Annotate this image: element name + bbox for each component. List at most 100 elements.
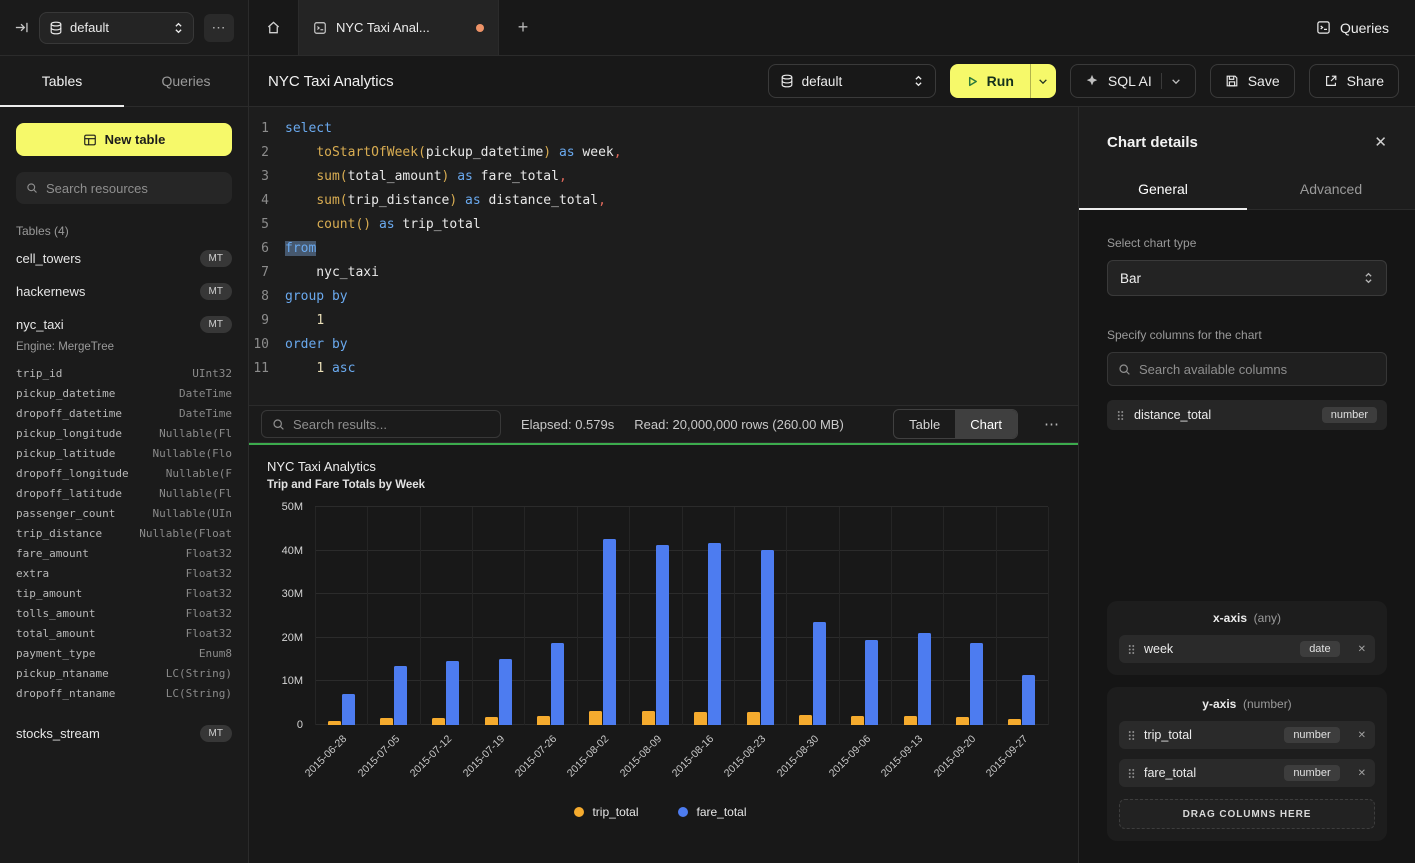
remove-column-button[interactable]: ✕ [1358,644,1366,655]
axis-column-item[interactable]: trip_totalnumber✕ [1119,721,1375,749]
chart-type-select[interactable]: Bar [1107,260,1387,296]
type-badge: number [1322,407,1377,423]
column-name: payment_type [16,647,95,660]
close-panel-button[interactable]: ✕ [1374,133,1387,151]
bar-trip_total [904,716,917,725]
chart-details-panel: Chart details ✕ General Advanced Select … [1078,107,1415,863]
code-line: 6from [249,237,1078,261]
drag-handle-icon[interactable] [1128,768,1135,779]
play-icon [966,75,979,88]
main-area: NYC Taxi Anal... + Queries NYC Taxi Anal… [249,0,1415,863]
query-header: NYC Taxi Analytics default Run SQL AI [249,56,1415,107]
y-tick-label: 0 [297,719,303,731]
x-tick-label: 2015-09-20 [932,733,978,779]
sidebar-search [16,172,232,204]
share-button[interactable]: Share [1309,64,1399,98]
rows-read: Read: 20,000,000 rows (260.00 MB) [634,417,844,432]
view-toggle-chart[interactable]: Chart [955,410,1017,438]
column-type: Nullable(F [166,467,232,480]
queries-button[interactable]: Queries [1316,20,1389,36]
run-button[interactable]: Run [950,64,1030,98]
table-grid-icon [83,133,97,147]
column-item: dropoff_datetimeDateTime [16,403,232,423]
column-name: fare_total [1144,766,1196,780]
code-line: 11 1 asc [249,357,1078,381]
remove-column-button[interactable]: ✕ [1358,768,1366,779]
column-type: Nullable(Fl [159,487,232,500]
search-results-input[interactable] [293,417,490,432]
x-tick-label: 2015-08-09 [617,733,663,779]
bar-trip_total [747,712,760,725]
bar-fare_total [708,543,721,725]
bar-fare_total [761,550,774,725]
drop-zone-label: DRAG COLUMNS HERE [1183,809,1312,820]
table-name: nyc_taxi [16,317,64,332]
bar-group: 2015-08-30 [786,507,838,725]
panel-tabs: General Advanced [1079,169,1415,210]
new-table-button[interactable]: New table [16,123,232,156]
table-item[interactable]: cell_towers MT [16,242,232,275]
column-name: extra [16,567,49,580]
code-line: 3 sum(total_amount) as fare_total, [249,165,1078,189]
sql-ai-button[interactable]: SQL AI [1070,64,1196,98]
axis-label: y-axis [1202,697,1236,711]
tab-general[interactable]: General [1079,169,1247,209]
search-resources-input[interactable] [46,181,222,196]
column-type: Enum8 [199,647,232,660]
line-number: 8 [249,285,285,309]
column-name: pickup_ntaname [16,667,109,680]
table-name: cell_towers [16,251,81,266]
engine-badge: MT [200,250,232,267]
sidebar-more-button[interactable]: ⋯ [204,14,234,42]
drag-handle-icon[interactable] [1117,410,1124,421]
search-columns-input[interactable] [1139,362,1376,377]
collapse-sidebar-button[interactable] [14,20,29,35]
sidebar-body: New table Tables (4) cell_towersMThacker… [0,107,248,863]
table-item[interactable]: nyc_taxiMT [16,308,232,341]
sql-editor[interactable]: 1select2 toStartOfWeek(pickup_datetime) … [249,107,1078,405]
drop-zone[interactable]: DRAG COLUMNS HERE [1119,799,1375,829]
drag-handle-icon[interactable] [1128,644,1135,655]
chart-legend: trip_totalfare_total [267,805,1054,833]
sidebar-database-selector[interactable]: default [39,12,194,44]
table-item[interactable]: hackernewsMT [16,275,232,308]
query-tab[interactable]: NYC Taxi Anal... [299,0,499,55]
column-item: pickup_longitudeNullable(Fl [16,423,232,443]
query-file-icon [313,21,327,35]
table-item[interactable]: stocks_streamMT [16,717,232,750]
available-column-item[interactable]: distance_totalnumber [1107,400,1387,430]
chart-panel: NYC Taxi Analytics Trip and Fare Totals … [249,443,1078,863]
bar-group: 2015-08-23 [734,507,786,725]
sidebar-tab-queries[interactable]: Queries [124,56,248,106]
column-name: trip_total [1144,728,1192,742]
save-button[interactable]: Save [1210,64,1295,98]
results-more-button[interactable]: ⋯ [1038,415,1066,433]
header-database-selector[interactable]: default [768,64,936,98]
chevron-updown-icon [1363,271,1374,285]
sidebar-tab-tables[interactable]: Tables [0,56,124,106]
engine-badge: MT [200,725,232,742]
bar-trip_total [432,718,445,725]
run-options-button[interactable] [1030,64,1056,98]
view-toggle-table[interactable]: Table [894,410,955,438]
legend-label: fare_total [696,805,746,819]
table-columns: trip_idUInt32pickup_datetimeDateTimedrop… [16,363,232,703]
drag-handle-icon[interactable] [1128,730,1135,741]
x-tick-label: 2015-09-06 [827,733,873,779]
axis-column-item[interactable]: fare_totalnumber✕ [1119,759,1375,787]
queries-icon [1316,20,1331,35]
new-tab-button[interactable]: + [499,0,547,55]
legend-dot-icon [574,807,584,817]
axis-column-item[interactable]: weekdate✕ [1119,635,1375,663]
x-tick-label: 2015-07-05 [356,733,402,779]
sidebar: default ⋯ Tables Queries New table Table… [0,0,249,863]
column-item: payment_type Enum8 [16,643,232,663]
bar-group: 2015-09-13 [891,507,943,725]
home-button[interactable] [249,0,299,55]
home-icon [266,20,281,35]
code-line: 1select [249,117,1078,141]
remove-column-button[interactable]: ✕ [1358,730,1366,741]
bar-fare_total [813,622,826,725]
tab-advanced[interactable]: Advanced [1247,169,1415,209]
x-tick-label: 2015-07-12 [408,733,454,779]
